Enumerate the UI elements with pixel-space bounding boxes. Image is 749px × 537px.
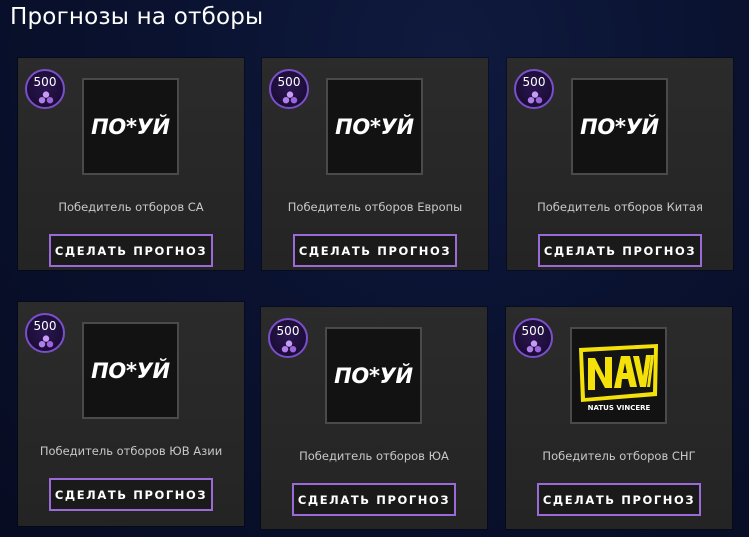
gem-icon	[526, 340, 542, 353]
card-title: Победитель отборов СНГ	[542, 449, 696, 463]
cost-badge: 500	[268, 318, 308, 358]
prediction-card-sa: 500 ПО*УЙ Победитель отборов СА СДЕЛАТЬ …	[18, 58, 244, 270]
cost-badge: 500	[25, 313, 65, 353]
gem-icon	[38, 335, 54, 348]
cost-badge: 500	[25, 69, 65, 109]
card-title: Победитель отборов Китая	[537, 200, 703, 214]
card-title: Победитель отборов ЮВ Азии	[39, 444, 223, 458]
make-prediction-button[interactable]: СДЕЛАТЬ ПРОГНОЗ	[49, 478, 213, 511]
logo-text: ПО*УЙ	[580, 114, 659, 139]
team-logo: ПО*УЙ	[571, 78, 668, 175]
logo-text: ПО*УЙ	[91, 114, 170, 139]
logo-text: ПО*УЙ	[91, 358, 170, 383]
cost-value: 500	[276, 324, 300, 338]
cost-badge: 500	[514, 69, 554, 109]
gem-icon	[282, 91, 298, 104]
cost-value: 500	[277, 75, 301, 89]
logo-text: ПО*УЙ	[335, 114, 414, 139]
make-prediction-button[interactable]: СДЕЛАТЬ ПРОГНОЗ	[292, 483, 456, 516]
cost-badge: 500	[513, 318, 553, 358]
prediction-card-sa-south: 500 ПО*УЙ Победитель отборов ЮА СДЕЛАТЬ …	[261, 307, 487, 529]
cost-value: 500	[33, 75, 57, 89]
make-prediction-button[interactable]: СДЕЛАТЬ ПРОГНОЗ	[49, 234, 213, 267]
prediction-card-europe: 500 ПО*УЙ Победитель отборов Европы СДЕЛ…	[262, 58, 488, 270]
navi-logo: NATUS VINCERE	[573, 330, 664, 421]
prediction-card-china: 500 ПО*УЙ Победитель отборов Китая СДЕЛА…	[507, 58, 733, 270]
card-title: Победитель отборов ЮА	[299, 449, 449, 463]
make-prediction-button[interactable]: СДЕЛАТЬ ПРОГНОЗ	[537, 483, 701, 516]
make-prediction-button[interactable]: СДЕЛАТЬ ПРОГНОЗ	[293, 234, 457, 267]
logo-text: ПО*УЙ	[334, 363, 413, 388]
team-logo: ПО*УЙ	[326, 78, 423, 175]
cost-value: 500	[522, 75, 546, 89]
make-prediction-button[interactable]: СДЕЛАТЬ ПРОГНОЗ	[538, 234, 702, 267]
team-logo-navi: NATUS VINCERE	[570, 327, 667, 424]
prediction-card-sea: 500 ПО*УЙ Победитель отборов ЮВ Азии СДЕ…	[18, 302, 244, 526]
team-logo: ПО*УЙ	[325, 327, 422, 424]
card-title: Победитель отборов Европы	[287, 200, 463, 214]
cost-badge: 500	[269, 69, 309, 109]
cost-value: 500	[33, 319, 57, 333]
gem-icon	[281, 340, 297, 353]
team-logo: ПО*УЙ	[82, 78, 179, 175]
navi-subtext: NATUS VINCERE	[588, 404, 651, 412]
card-title: Победитель отборов СА	[58, 200, 204, 214]
team-logo: ПО*УЙ	[82, 322, 179, 419]
cost-value: 500	[521, 324, 545, 338]
gem-icon	[38, 91, 54, 104]
gem-icon	[527, 91, 543, 104]
page-title: Прогнозы на отборы	[10, 4, 264, 30]
prediction-card-cis: 500 NATUS VINCERE Победитель отборов СНГ…	[506, 307, 732, 529]
